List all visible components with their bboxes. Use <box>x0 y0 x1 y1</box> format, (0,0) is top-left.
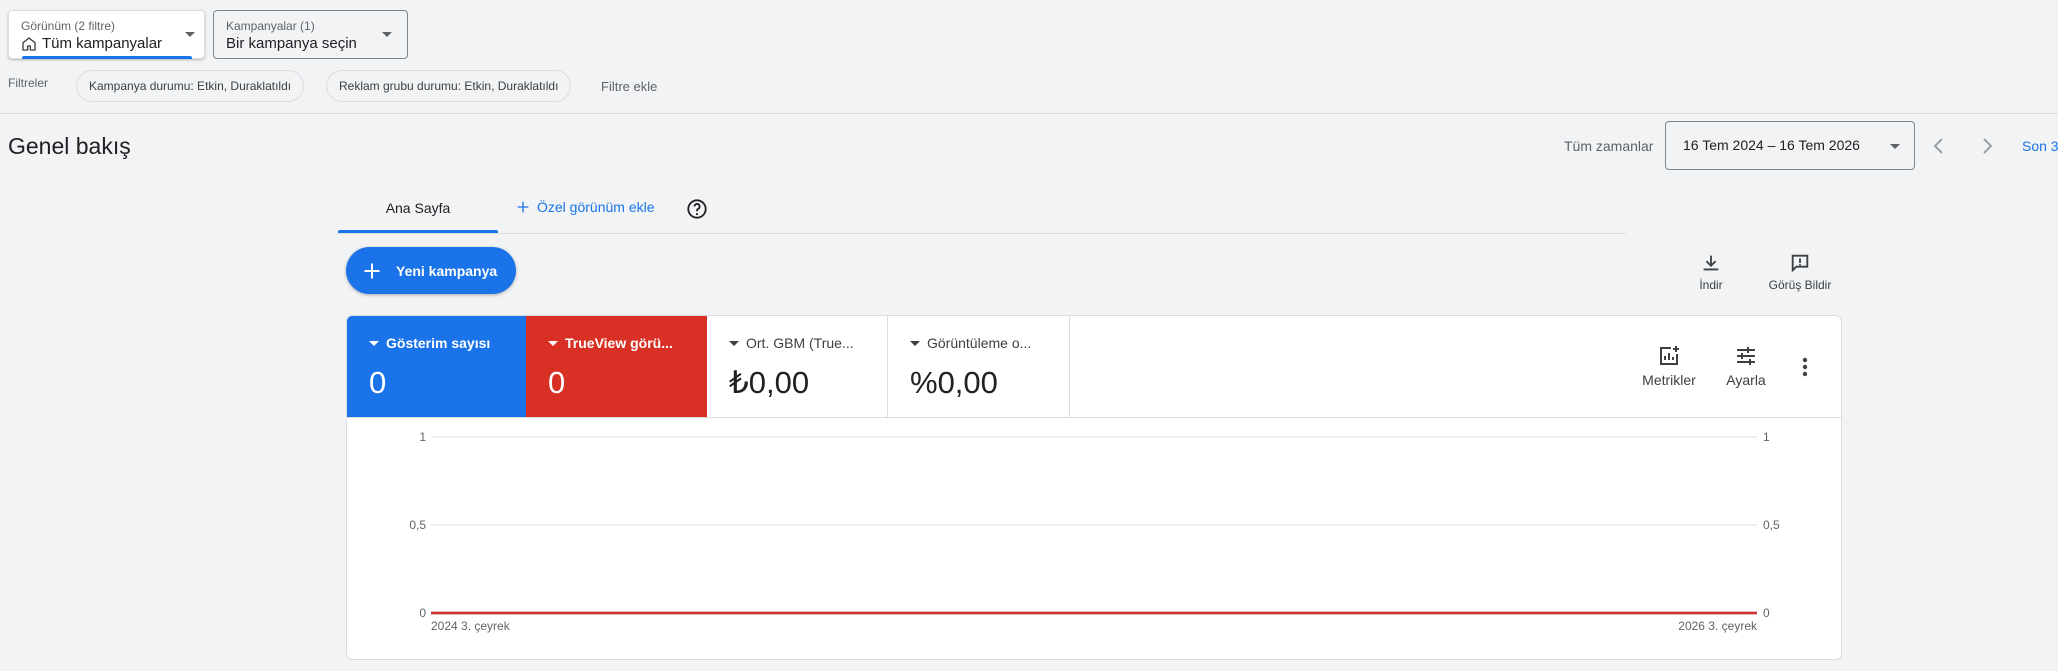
metrics-label: Metrikler <box>1642 372 1696 388</box>
filter-chip-ad-group-status[interactable]: Reklam grubu durumu: Etkin, Duraklatıldı <box>326 70 572 102</box>
feedback-icon <box>1791 254 1809 273</box>
metric-impressions[interactable]: Gösterim sayısı 0 <box>347 316 526 418</box>
y-tick-label: 0,5 <box>409 518 426 532</box>
metric-name: Gösterim sayısı <box>386 335 491 351</box>
download-label: İndir <box>1699 278 1723 292</box>
metric-avg-cpv[interactable]: Ort. GBM (True... ₺0,00 <box>707 316 888 418</box>
chevron-left-icon[interactable] <box>1927 134 1951 158</box>
metric-view-rate-header: Görüntüleme o... <box>910 335 1053 351</box>
tab-home[interactable]: Ana Sayfa <box>338 200 498 216</box>
download-button[interactable]: İndir <box>1691 252 1731 292</box>
view-selector-label: Görünüm (2 filtre) <box>21 19 116 33</box>
plus-icon <box>364 263 380 278</box>
tabs-divider <box>338 233 1626 234</box>
date-range-label: Tüm zamanlar <box>1564 138 1654 154</box>
metric-value: 0 <box>548 365 566 400</box>
metric-value: ₺0,00 <box>729 365 810 400</box>
add-custom-view-label: Özel görünüm ekle <box>537 199 655 215</box>
y2-tick-label: 1 <box>1763 430 1770 444</box>
view-selector-value: Tüm kampanyalar <box>42 35 163 52</box>
add-chart-icon <box>1660 346 1679 365</box>
home-icon <box>22 36 36 51</box>
date-range-selector[interactable]: 16 Tem 2024 – 16 Tem 2026 <box>1665 121 1915 170</box>
feedback-button[interactable]: Görüş Bildir <box>1762 252 1838 292</box>
campaign-selector-value-text: Bir kampanya seçin <box>226 35 357 52</box>
recent-period-link[interactable]: Son 3 <box>2022 138 2058 154</box>
y-tick-label: 0 <box>419 606 426 620</box>
tune-icon <box>1737 347 1755 365</box>
adjust-label: Ayarla <box>1726 372 1766 388</box>
metric-avg-cpv-header: Ort. GBM (True... <box>729 335 871 351</box>
help-icon[interactable] <box>686 198 708 220</box>
performance-chart: 0 0,5 1 0 0,5 1 2024 3. çeyrek 2026 3. çeyrek <box>409 430 1780 633</box>
filters-label: Filtreler <box>8 76 49 90</box>
metric-name: Görüntüleme o... <box>927 335 1032 351</box>
metric-name: Ort. GBM (True... <box>746 335 854 351</box>
download-icon <box>1703 255 1719 271</box>
x-tick-label: 2026 3. çeyrek <box>1678 619 1758 633</box>
campaign-selector-label: Kampanyalar (1) <box>226 19 315 33</box>
view-selector-underline <box>22 56 192 59</box>
view-selector[interactable]: Görünüm (2 filtre) Tüm kampanyalar <box>8 10 205 59</box>
filter-chip-campaign-status[interactable]: Kampanya durumu: Etkin, Duraklatıldı <box>76 70 305 102</box>
metrics-button[interactable]: Metrikler <box>1637 344 1701 388</box>
x-tick-label: 2024 3. çeyrek <box>431 619 511 633</box>
caret-down-icon <box>729 340 739 346</box>
plus-icon <box>517 201 529 213</box>
new-campaign-label: Yeni kampanya <box>396 262 498 279</box>
metric-view-rate[interactable]: Görüntüleme o... %0,00 <box>888 316 1070 418</box>
view-selector-value-row: Tüm kampanyalar <box>21 35 162 52</box>
adjust-button[interactable]: Ayarla <box>1721 344 1771 388</box>
metric-name: TrueView görü... <box>565 335 673 351</box>
page-title: Genel bakış <box>8 133 131 159</box>
metric-value: 0 <box>369 365 387 400</box>
add-filter-button[interactable]: Filtre ekle <box>601 79 657 94</box>
y2-tick-label: 0 <box>1763 606 1770 620</box>
date-dropdown-icon <box>1890 144 1900 149</box>
date-range-value: 16 Tem 2024 – 16 Tem 2026 <box>1683 137 1860 153</box>
chevron-right-icon[interactable] <box>1975 134 1999 158</box>
view-dropdown-icon <box>185 32 195 37</box>
metric-trueview-header: TrueView görü... <box>548 335 691 351</box>
metric-trueview-views[interactable]: TrueView görü... 0 <box>526 316 707 418</box>
campaign-selector-value: Bir kampanya seçin <box>226 35 357 52</box>
new-campaign-button[interactable]: Yeni kampanya <box>346 247 516 294</box>
campaign-selector[interactable]: Kampanyalar (1) Bir kampanya seçin <box>213 10 408 59</box>
more-vert-icon[interactable] <box>1801 356 1809 378</box>
y2-tick-label: 0,5 <box>1763 518 1780 532</box>
filters-divider <box>0 113 2058 114</box>
caret-down-icon <box>910 340 920 346</box>
performance-card: Gösterim sayısı 0 TrueView görü... 0 Ort… <box>346 315 1842 660</box>
campaign-dropdown-icon <box>382 32 392 37</box>
feedback-label: Görüş Bildir <box>1768 278 1832 292</box>
metric-impressions-header: Gösterim sayısı <box>369 335 510 351</box>
caret-down-icon <box>548 340 558 346</box>
add-custom-view-button[interactable]: Özel görünüm ekle <box>515 199 655 215</box>
metric-value: %0,00 <box>910 365 998 400</box>
caret-down-icon <box>369 340 379 346</box>
y-tick-label: 1 <box>419 430 426 444</box>
